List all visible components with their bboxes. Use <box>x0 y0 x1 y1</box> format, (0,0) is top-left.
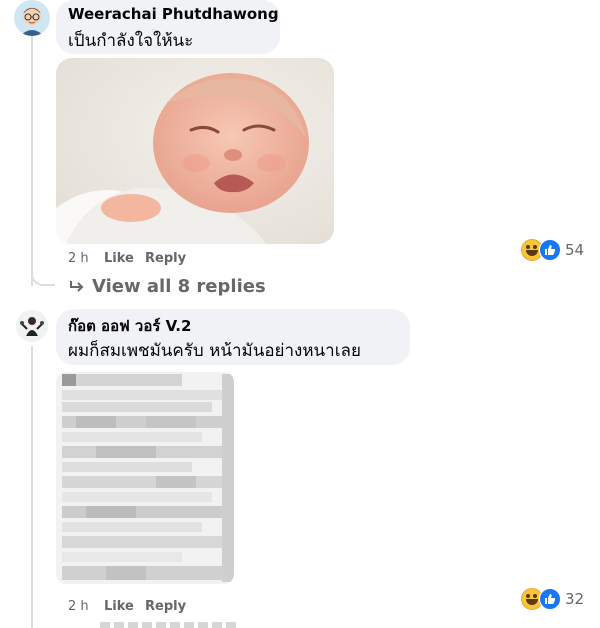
reply-link[interactable]: Reply <box>145 599 186 614</box>
view-all-replies-link[interactable]: View all 8 replies <box>92 276 266 297</box>
comment-text: เป็นกำลังใจให้นะ <box>68 31 194 51</box>
comment-text: ผมก็สมเพชมันครับ หน้ามันอย่างหนาเลย <box>68 341 361 361</box>
thread-line-curve <box>31 270 55 286</box>
pixelated-screenshot-attachment[interactable] <box>56 372 234 584</box>
like-icon <box>539 239 561 261</box>
thread-line <box>31 36 33 286</box>
comment-photo-attachment[interactable] <box>56 58 334 244</box>
reply-link[interactable]: Reply <box>145 251 186 266</box>
reaction-summary[interactable]: 54 <box>521 238 584 262</box>
like-link[interactable]: Like <box>104 251 134 266</box>
like-icon <box>539 588 561 610</box>
avatar[interactable] <box>16 310 48 342</box>
comment-time[interactable]: 2 h <box>68 251 89 266</box>
like-link[interactable]: Like <box>104 599 134 614</box>
comment-author[interactable]: Weerachai Phutdhawong <box>68 5 279 23</box>
reaction-count: 32 <box>565 590 585 608</box>
comment-author[interactable]: ก๊อต ออฟ วอร์ V.2 <box>68 314 191 338</box>
crying-baby-image <box>56 58 334 244</box>
reaction-summary[interactable]: 32 <box>521 587 584 611</box>
comment-time[interactable]: 2 h <box>68 599 89 614</box>
next-comment-partial <box>100 622 240 628</box>
thread-line <box>31 346 33 628</box>
reply-arrow-icon <box>68 278 86 296</box>
avatar[interactable] <box>14 0 50 36</box>
reaction-count: 54 <box>565 241 585 259</box>
pixelated-image <box>56 372 234 584</box>
